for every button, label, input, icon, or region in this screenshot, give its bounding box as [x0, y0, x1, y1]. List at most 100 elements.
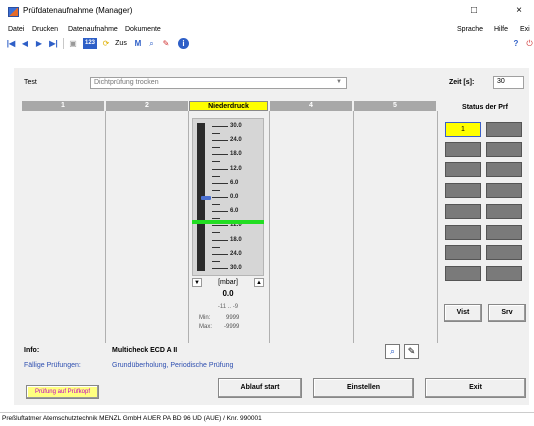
gauge-tick-label: 24.0: [230, 251, 242, 257]
ablaufstart-button[interactable]: Ablauf start: [218, 378, 302, 398]
menu-sprache[interactable]: Sprache: [457, 26, 483, 33]
status-cell-active[interactable]: 1: [445, 122, 481, 137]
column-2-header: 2: [106, 101, 188, 111]
gauge-minor-tick: [212, 247, 220, 248]
gauge-minor-tick: [212, 190, 220, 191]
toolbar-separator: [63, 38, 64, 49]
column-4-header: 4: [270, 101, 352, 111]
m-button[interactable]: M: [133, 38, 143, 49]
column-niederdruck-header: Niederdruck: [189, 101, 268, 111]
gauge-tick-label: 30.0: [230, 123, 242, 129]
pruefkopf-button[interactable]: Prüfung auf Prüfkopf: [26, 385, 99, 399]
help-icon[interactable]: ?: [512, 38, 520, 49]
search-icon[interactable]: ⌕: [385, 344, 400, 359]
tools-icon[interactable]: ✎: [160, 38, 172, 49]
menu-dokumente[interactable]: Dokumente: [125, 26, 161, 33]
zus-button[interactable]: Zus: [113, 38, 129, 49]
status-cell[interactable]: [445, 162, 481, 177]
minimize-button[interactable]: □: [465, 3, 483, 19]
zeit-label: Zeit [s]:: [449, 79, 475, 86]
status-cell[interactable]: [486, 142, 522, 157]
chevron-down-icon[interactable]: ▼: [336, 79, 342, 85]
gauge-tick: [212, 225, 228, 226]
status-cell[interactable]: [486, 122, 522, 137]
gauge-tick-label: 6.0: [230, 180, 239, 186]
gauge-minor-tick: [212, 261, 220, 262]
status-cell[interactable]: [486, 204, 522, 219]
status-cell[interactable]: [486, 183, 522, 198]
refresh-icon[interactable]: ⟳: [100, 38, 112, 49]
last-record-icon[interactable]: ▶|: [47, 38, 60, 49]
info-label: Info:: [24, 347, 40, 354]
status-cell[interactable]: [445, 225, 481, 240]
gauge-tick: [212, 254, 228, 255]
exit-icon[interactable]: ⏻: [525, 38, 534, 49]
max-label: Max:: [199, 324, 213, 330]
gauge-unit: [mbar]: [218, 279, 238, 286]
gauge-tick: [212, 140, 228, 141]
edit-icon[interactable]: ✎: [404, 344, 419, 359]
gauge-tick: [212, 169, 228, 170]
exit-button[interactable]: Exit: [425, 378, 526, 398]
gauge-tick: [212, 240, 228, 241]
counter-icon[interactable]: 123: [83, 38, 97, 49]
status-cell[interactable]: [486, 225, 522, 240]
test-label: Test: [24, 79, 37, 86]
faellig-value: Grundüberholung, Periodische Prüfung: [112, 362, 234, 369]
status-cell[interactable]: [486, 266, 522, 281]
zeit-input[interactable]: 30: [493, 76, 524, 89]
gauge-tick: [212, 183, 228, 184]
status-cell[interactable]: [445, 204, 481, 219]
gauge-tick-label: 24.0: [230, 137, 242, 143]
column-divider: [269, 111, 270, 343]
prev-record-icon[interactable]: ◀: [20, 38, 30, 49]
first-record-icon[interactable]: |◀: [5, 38, 17, 49]
gauge-tick-label: 30.0: [230, 265, 242, 271]
status-cell[interactable]: [486, 245, 522, 260]
gauge-tick: [212, 211, 228, 212]
menu-exit[interactable]: Exi: [520, 26, 530, 33]
gauge-tick-label: 18.0: [230, 237, 242, 243]
info-icon[interactable]: i: [178, 38, 189, 49]
gauge-tick-label: 6.0: [230, 208, 239, 214]
info-value: Multicheck ECD A II: [112, 347, 178, 354]
next-record-icon[interactable]: ▶: [34, 38, 44, 49]
menu-drucken[interactable]: Drucken: [32, 26, 58, 33]
gauge-minor-tick: [212, 147, 220, 148]
close-button[interactable]: ×: [510, 3, 528, 19]
app-icon: [8, 7, 19, 17]
gauge-tick-label: 12.0: [230, 166, 242, 172]
gauge-minor-tick: [212, 133, 220, 134]
status-bar-text: Preßluftatmer Atemschutztechnik MENZL Gm…: [2, 415, 262, 422]
column-5-header: 5: [354, 101, 436, 111]
status-cell[interactable]: [445, 245, 481, 260]
status-cell[interactable]: [486, 162, 522, 177]
disabled-icon: ▣: [69, 39, 77, 48]
gauge-tick: [212, 268, 228, 269]
test-select[interactable]: Dichtprüfung trocken: [90, 77, 347, 89]
max-value: -9999: [224, 324, 240, 330]
min-value: 9999: [226, 315, 240, 321]
zoom-icon[interactable]: ⌕: [146, 38, 157, 49]
einstellen-button[interactable]: Einstellen: [313, 378, 414, 398]
status-cell[interactable]: [445, 266, 481, 281]
gauge-minor-tick: [212, 176, 220, 177]
gauge-tick: [212, 154, 228, 155]
column-divider: [188, 111, 189, 343]
column-divider: [437, 111, 438, 343]
menu-hilfe[interactable]: Hilfe: [494, 26, 508, 33]
menu-datenaufnahme[interactable]: Datenaufnahme: [68, 26, 118, 33]
gauge-minor-tick: [212, 218, 220, 219]
faellig-label: Fällige Prüfungen:: [24, 362, 81, 369]
gauge-range: -11 .. -9: [217, 304, 239, 310]
gauge-tick-label: 18.0: [230, 151, 242, 157]
column-divider: [105, 111, 106, 343]
gauge-tick: [212, 126, 228, 127]
menu-datei[interactable]: Datei: [8, 26, 24, 33]
srv-button[interactable]: Srv: [488, 304, 526, 322]
status-title: Status der Prf: [462, 104, 508, 111]
status-cell[interactable]: [445, 142, 481, 157]
vist-button[interactable]: Vist: [444, 304, 482, 322]
gauge-minor-tick: [212, 204, 220, 205]
status-cell[interactable]: [445, 183, 481, 198]
